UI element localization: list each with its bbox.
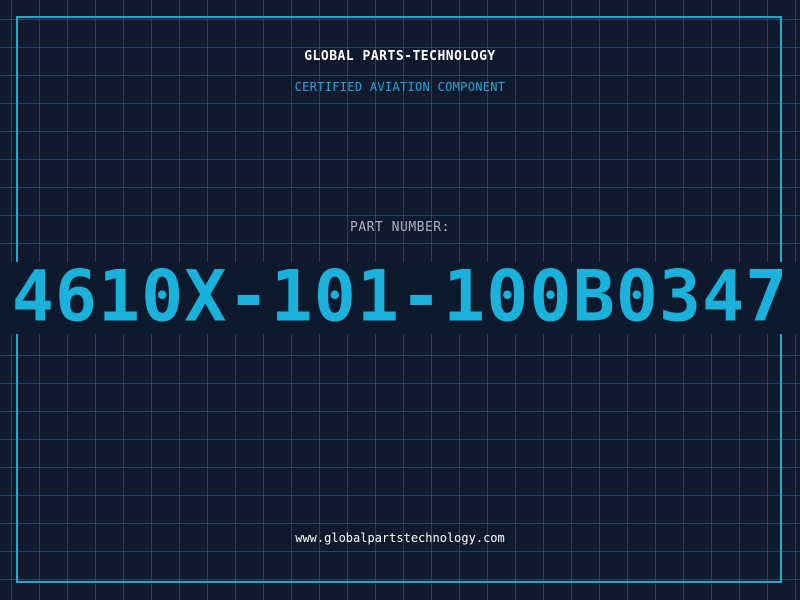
- part-number-band: 4610X-101-100B0347: [0, 262, 800, 334]
- part-number-value: 4610X-101-100B0347: [11, 262, 789, 334]
- part-number-label: PART NUMBER:: [350, 220, 450, 235]
- label-card: { "header": { "company": "GLOBAL PARTS-T…: [0, 0, 800, 600]
- company-name: GLOBAL PARTS-TECHNOLOGY: [304, 49, 496, 64]
- certification-subtitle: CERTIFIED AVIATION COMPONENT: [294, 80, 506, 94]
- website-url: www.globalpartstechnology.com: [295, 531, 505, 545]
